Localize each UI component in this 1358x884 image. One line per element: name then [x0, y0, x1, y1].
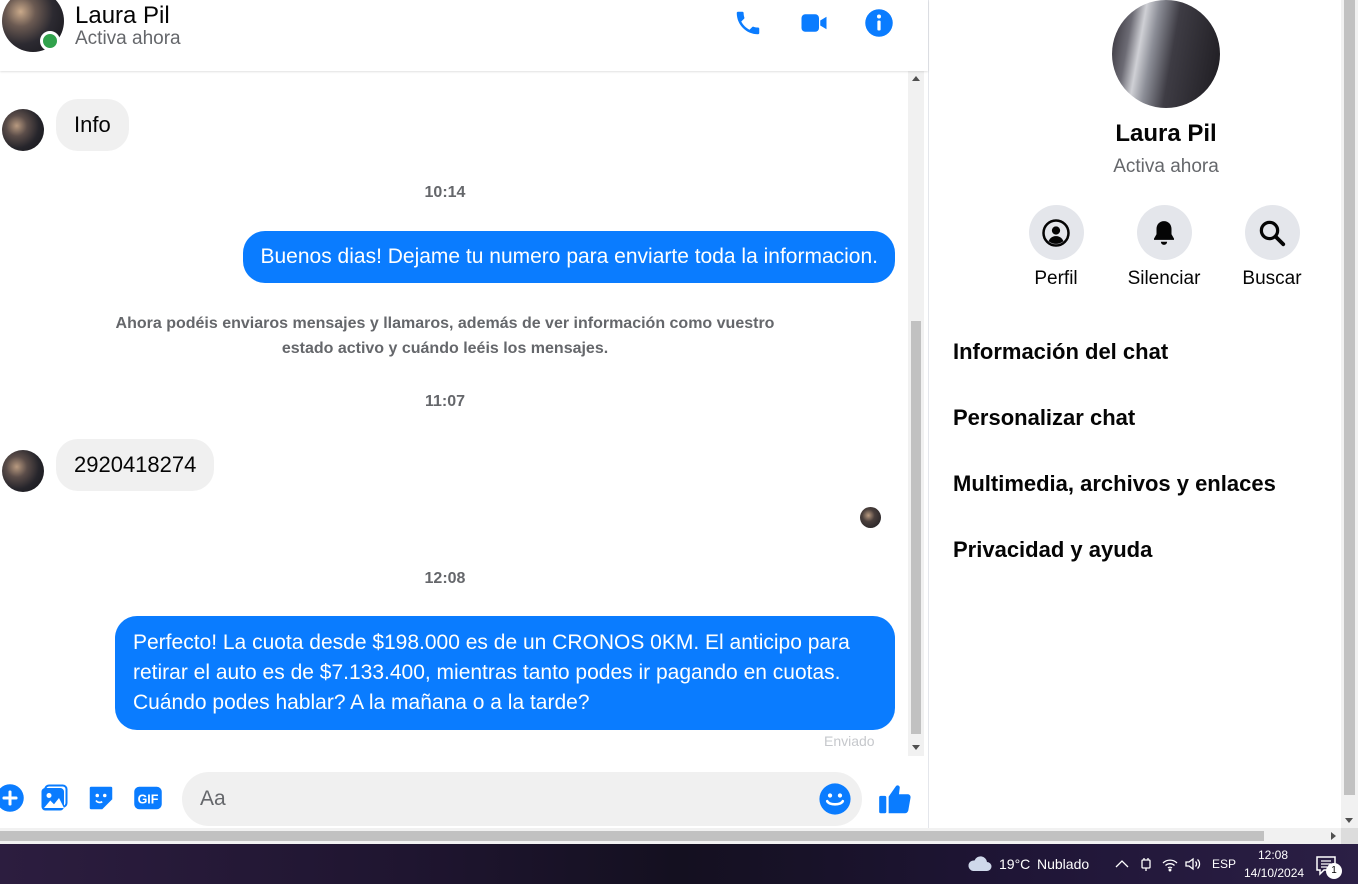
timestamp: 11:07 — [424, 393, 466, 410]
thumbs-up-icon[interactable] — [876, 780, 914, 818]
chat-header: Laura Pil Activa ahora — [0, 0, 928, 71]
scrollbar-thumb[interactable] — [1344, 0, 1355, 795]
weather-temperature[interactable]: 19°C — [999, 856, 1030, 872]
page-vertical-scrollbar[interactable] — [1341, 0, 1358, 828]
bell-icon — [1154, 220, 1174, 245]
message-input[interactable] — [182, 772, 862, 826]
profile-name: Laura Pil — [1115, 120, 1217, 147]
scroll-down-arrow[interactable] — [1345, 818, 1353, 823]
speaker-icon[interactable] — [1184, 856, 1202, 872]
incoming-message[interactable]: 2920418274 — [56, 439, 215, 491]
gif-icon[interactable]: GIF — [132, 782, 164, 814]
online-status-dot — [40, 31, 60, 51]
incoming-message[interactable]: Info — [56, 99, 129, 151]
message-list[interactable]: Info 10:14 Buenos dias! Dejame tu numero… — [0, 71, 908, 756]
clock-time[interactable]: 12:08 — [1258, 848, 1288, 862]
conversation-info-panel: Laura Pil Activa ahora Perfil Silenciar … — [929, 0, 1341, 828]
sender-avatar[interactable] — [2, 450, 44, 492]
sender-avatar[interactable] — [2, 109, 44, 151]
system-notice: Ahora podéis enviaros mensajes y llamaro… — [115, 315, 775, 357]
phone-icon[interactable] — [731, 6, 765, 40]
notification-badge: 1 — [1326, 863, 1342, 879]
contact-name[interactable]: Laura Pil — [75, 2, 170, 30]
menu-customize-chat[interactable]: Personalizar chat — [953, 405, 1135, 431]
scrollbar-thumb[interactable] — [0, 831, 1264, 841]
outgoing-message[interactable]: Perfecto! La cuota desde $198.000 es de … — [115, 616, 895, 730]
scrollbar-corner — [1341, 828, 1358, 844]
timestamp: 10:14 — [424, 184, 466, 201]
clock-date[interactable]: 14/10/2024 — [1244, 866, 1304, 880]
windows-taskbar: 19°C Nublado ESP 12:08 14/10/2024 1 — [0, 844, 1358, 884]
video-icon[interactable] — [797, 6, 831, 40]
menu-media-files-links[interactable]: Multimedia, archivos y enlaces — [953, 471, 1276, 497]
wifi-icon[interactable] — [1161, 856, 1179, 872]
read-receipt-avatar — [860, 507, 881, 528]
input-language[interactable]: ESP — [1212, 857, 1236, 871]
gif-label: GIF — [138, 793, 159, 807]
search-icon — [1259, 220, 1286, 246]
chevron-up-icon[interactable] — [1113, 856, 1131, 872]
profile-label: Perfil — [1034, 268, 1078, 289]
search-label: Buscar — [1242, 268, 1302, 289]
menu-chat-info[interactable]: Información del chat — [953, 339, 1168, 365]
contact-status: Activa ahora — [75, 28, 181, 49]
scroll-down-arrow[interactable] — [912, 745, 920, 750]
page-horizontal-scrollbar[interactable] — [0, 828, 1341, 844]
sticker-icon[interactable] — [85, 782, 117, 814]
profile-button[interactable]: Perfil — [1006, 205, 1106, 290]
emoji-icon[interactable] — [818, 782, 852, 816]
message-scrollbar[interactable] — [908, 71, 924, 756]
info-icon[interactable] — [862, 6, 896, 40]
scroll-up-arrow[interactable] — [912, 76, 920, 81]
profile-status: Activa ahora — [1113, 156, 1219, 177]
profile-icon — [1042, 218, 1070, 247]
menu-privacy-help[interactable]: Privacidad y ayuda — [953, 537, 1152, 563]
outgoing-message[interactable]: Buenos dias! Dejame tu numero para envia… — [243, 231, 895, 283]
plus-icon[interactable] — [0, 782, 26, 814]
mute-label: Silenciar — [1127, 268, 1201, 289]
power-plug-icon[interactable] — [1137, 856, 1155, 872]
profile-photo[interactable] — [1112, 0, 1220, 108]
messenger-window: Laura Pil Activa ahora Info 10:14 Buenos… — [0, 0, 1358, 844]
message-composer: GIF — [0, 756, 928, 828]
mute-button[interactable]: Silenciar — [1114, 205, 1214, 290]
sent-status: Enviado — [824, 733, 875, 749]
weather-condition[interactable]: Nublado — [1037, 856, 1089, 872]
cloud-icon[interactable] — [966, 854, 992, 872]
image-icon[interactable] — [38, 782, 70, 814]
search-button[interactable]: Buscar — [1222, 205, 1322, 290]
scroll-right-arrow[interactable] — [1331, 832, 1336, 840]
timestamp: 12:08 — [424, 570, 466, 587]
scrollbar-thumb[interactable] — [911, 321, 921, 734]
